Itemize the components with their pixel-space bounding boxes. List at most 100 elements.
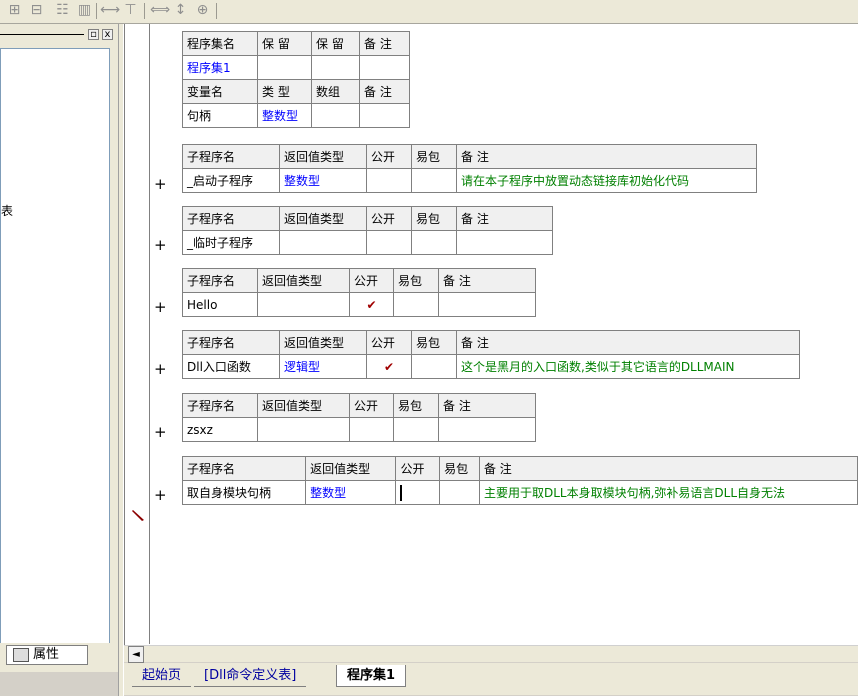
col-header: 返回值类型 (305, 456, 397, 481)
left-panel-titlebar: ▫ x (0, 28, 116, 42)
expand-button[interactable]: + (154, 238, 167, 253)
assembly-row: 程序集1 (182, 55, 410, 80)
expand-button[interactable]: + (154, 300, 167, 315)
col-header: 返回值类型 (257, 393, 350, 418)
return-type-cell[interactable] (257, 417, 350, 442)
align-left-icon[interactable]: ⟷ (100, 2, 120, 19)
variable-array-cell[interactable] (311, 103, 360, 128)
assembly-name-cell[interactable]: 程序集1 (182, 55, 258, 80)
col-header: 子程序名 (182, 268, 258, 293)
minimize-icon[interactable]: ▫ (88, 29, 99, 40)
subroutine-table: 子程序名 返回值类型 公开 易包 备 注 Dll入口函数 逻辑型 ✔ 这个是黑月… (182, 330, 800, 379)
project-tree[interactable]: 表 (0, 48, 110, 668)
expand-button[interactable]: + (154, 488, 167, 503)
return-type-cell[interactable]: 逻辑型 (279, 354, 367, 379)
tree-item-fragment[interactable]: 表 (1, 202, 13, 219)
easy-pkg-cell[interactable] (411, 168, 457, 193)
horizontal-scrollbar[interactable]: ◄ (124, 645, 858, 663)
reserved-cell[interactable] (311, 55, 360, 80)
toolbar-separator (216, 3, 217, 19)
expand-button[interactable]: + (154, 362, 167, 377)
expand-height-icon[interactable]: ↕ (172, 2, 189, 19)
remark-cell[interactable]: 主要用于取DLL本身取模块句柄,弥补易语言DLL自身无法 (478, 480, 858, 505)
properties-tab[interactable]: 属性 (6, 645, 88, 665)
tab-dll-commands[interactable]: [Dll命令定义表] (194, 665, 307, 687)
insert-row-icon[interactable]: ⊞ (6, 2, 23, 19)
align-middle-icon[interactable]: ▥ (76, 2, 93, 19)
tab-assembly1[interactable]: 程序集1 (336, 665, 407, 687)
easy-pkg-cell[interactable] (411, 354, 457, 379)
subroutine-name-cell[interactable]: 取自身模块句柄 (181, 480, 307, 505)
col-header: 返回值类型 (279, 144, 367, 169)
easy-pkg-cell[interactable] (411, 230, 457, 255)
left-panel: ▫ x 表 (0, 24, 118, 672)
toolbar-separator (96, 3, 97, 19)
easy-pkg-cell[interactable] (393, 292, 439, 317)
align-top-icon[interactable]: ☷ (54, 2, 71, 19)
remark-cell[interactable] (438, 292, 536, 317)
code-editor[interactable]: 程序集名 保 留 保 留 备 注 程序集1 变量名 类 型 数组 备 注 句柄 … (124, 24, 858, 646)
subroutine-table: 子程序名 返回值类型 公开 易包 备 注 _临时子程序 (182, 206, 553, 255)
public-cell[interactable]: ✔ (366, 354, 412, 379)
variable-type-cell[interactable]: 整数型 (257, 103, 312, 128)
subroutine-table: 子程序名 返回值类型 公开 易包 备 注 zsxz (182, 393, 536, 442)
col-header: 易包 (411, 206, 457, 231)
toolbar-separator (144, 3, 145, 19)
subroutine-name-cell[interactable]: Hello (182, 292, 258, 317)
expand-all-icon[interactable]: ⊕ (194, 2, 211, 19)
subroutine-table: 子程序名 返回值类型 公开 易包 备 注 Hello ✔ (182, 268, 536, 317)
public-cell[interactable] (366, 230, 412, 255)
document-tabs: 起始页 [Dll命令定义表] 程序集1 (124, 663, 858, 695)
pencil-icon (131, 507, 147, 523)
col-header: 易包 (411, 144, 457, 169)
public-cell[interactable]: ✔ (349, 292, 394, 317)
return-type-cell[interactable]: 整数型 (279, 168, 367, 193)
remark-cell[interactable] (359, 103, 410, 128)
insert-table-icon[interactable]: ⊟ (28, 2, 45, 19)
return-type-cell[interactable] (257, 292, 350, 317)
properties-tab-label: 属性 (33, 647, 60, 662)
easy-pkg-cell[interactable] (393, 417, 439, 442)
expand-width-icon[interactable]: ⟺ (150, 2, 170, 19)
expand-button[interactable]: + (154, 177, 167, 192)
align-center-icon[interactable]: ⊤ (122, 2, 139, 19)
remark-cell[interactable] (359, 55, 410, 80)
col-header: 备 注 (456, 144, 757, 169)
remark-cell[interactable] (456, 230, 553, 255)
public-cell[interactable] (366, 168, 412, 193)
return-type-cell[interactable]: 整数型 (305, 480, 397, 505)
return-type-cell[interactable] (279, 230, 367, 255)
subroutine-name-cell[interactable]: _临时子程序 (182, 230, 280, 255)
variable-name-cell[interactable]: 句柄 (182, 103, 258, 128)
col-header: 子程序名 (182, 206, 280, 231)
col-header: 类 型 (257, 79, 312, 104)
assembly-header-row: 程序集名 保 留 保 留 备 注 (182, 31, 410, 56)
col-header: 公开 (366, 144, 412, 169)
subroutine-name-cell[interactable]: zsxz (182, 417, 258, 442)
remark-cell[interactable] (438, 417, 536, 442)
easy-pkg-cell[interactable] (439, 480, 480, 505)
toolbar: ⊞ ⊟ ☷ ▥ ⟷ ⊤ ⟺ ↕ ⊕ (0, 0, 858, 24)
col-header: 公开 (366, 330, 412, 355)
col-header: 备 注 (456, 330, 800, 355)
col-header: 返回值类型 (279, 330, 367, 355)
col-header: 公开 (366, 206, 412, 231)
subroutine-name-cell[interactable]: _启动子程序 (182, 168, 280, 193)
col-header: 易包 (411, 330, 457, 355)
col-header: 备 注 (478, 456, 858, 481)
public-cell[interactable] (349, 417, 394, 442)
col-header: 备 注 (456, 206, 553, 231)
expand-button[interactable]: + (154, 425, 167, 440)
scroll-left-icon[interactable]: ◄ (128, 646, 144, 663)
col-header: 备 注 (438, 268, 536, 293)
close-icon[interactable]: x (102, 29, 113, 40)
remark-cell[interactable]: 这个是黑月的入口函数,类似于其它语言的DLLMAIN (456, 354, 800, 379)
col-header: 公开 (349, 393, 394, 418)
remark-cell[interactable]: 请在本子程序中放置动态链接库初始化代码 (456, 168, 757, 193)
subroutine-name-cell[interactable]: Dll入口函数 (182, 354, 280, 379)
tab-start-page[interactable]: 起始页 (132, 665, 192, 687)
variable-header-row: 变量名 类 型 数组 备 注 (182, 79, 410, 104)
reserved-cell[interactable] (257, 55, 312, 80)
public-cell[interactable] (395, 480, 441, 505)
gutter-divider (149, 24, 150, 644)
